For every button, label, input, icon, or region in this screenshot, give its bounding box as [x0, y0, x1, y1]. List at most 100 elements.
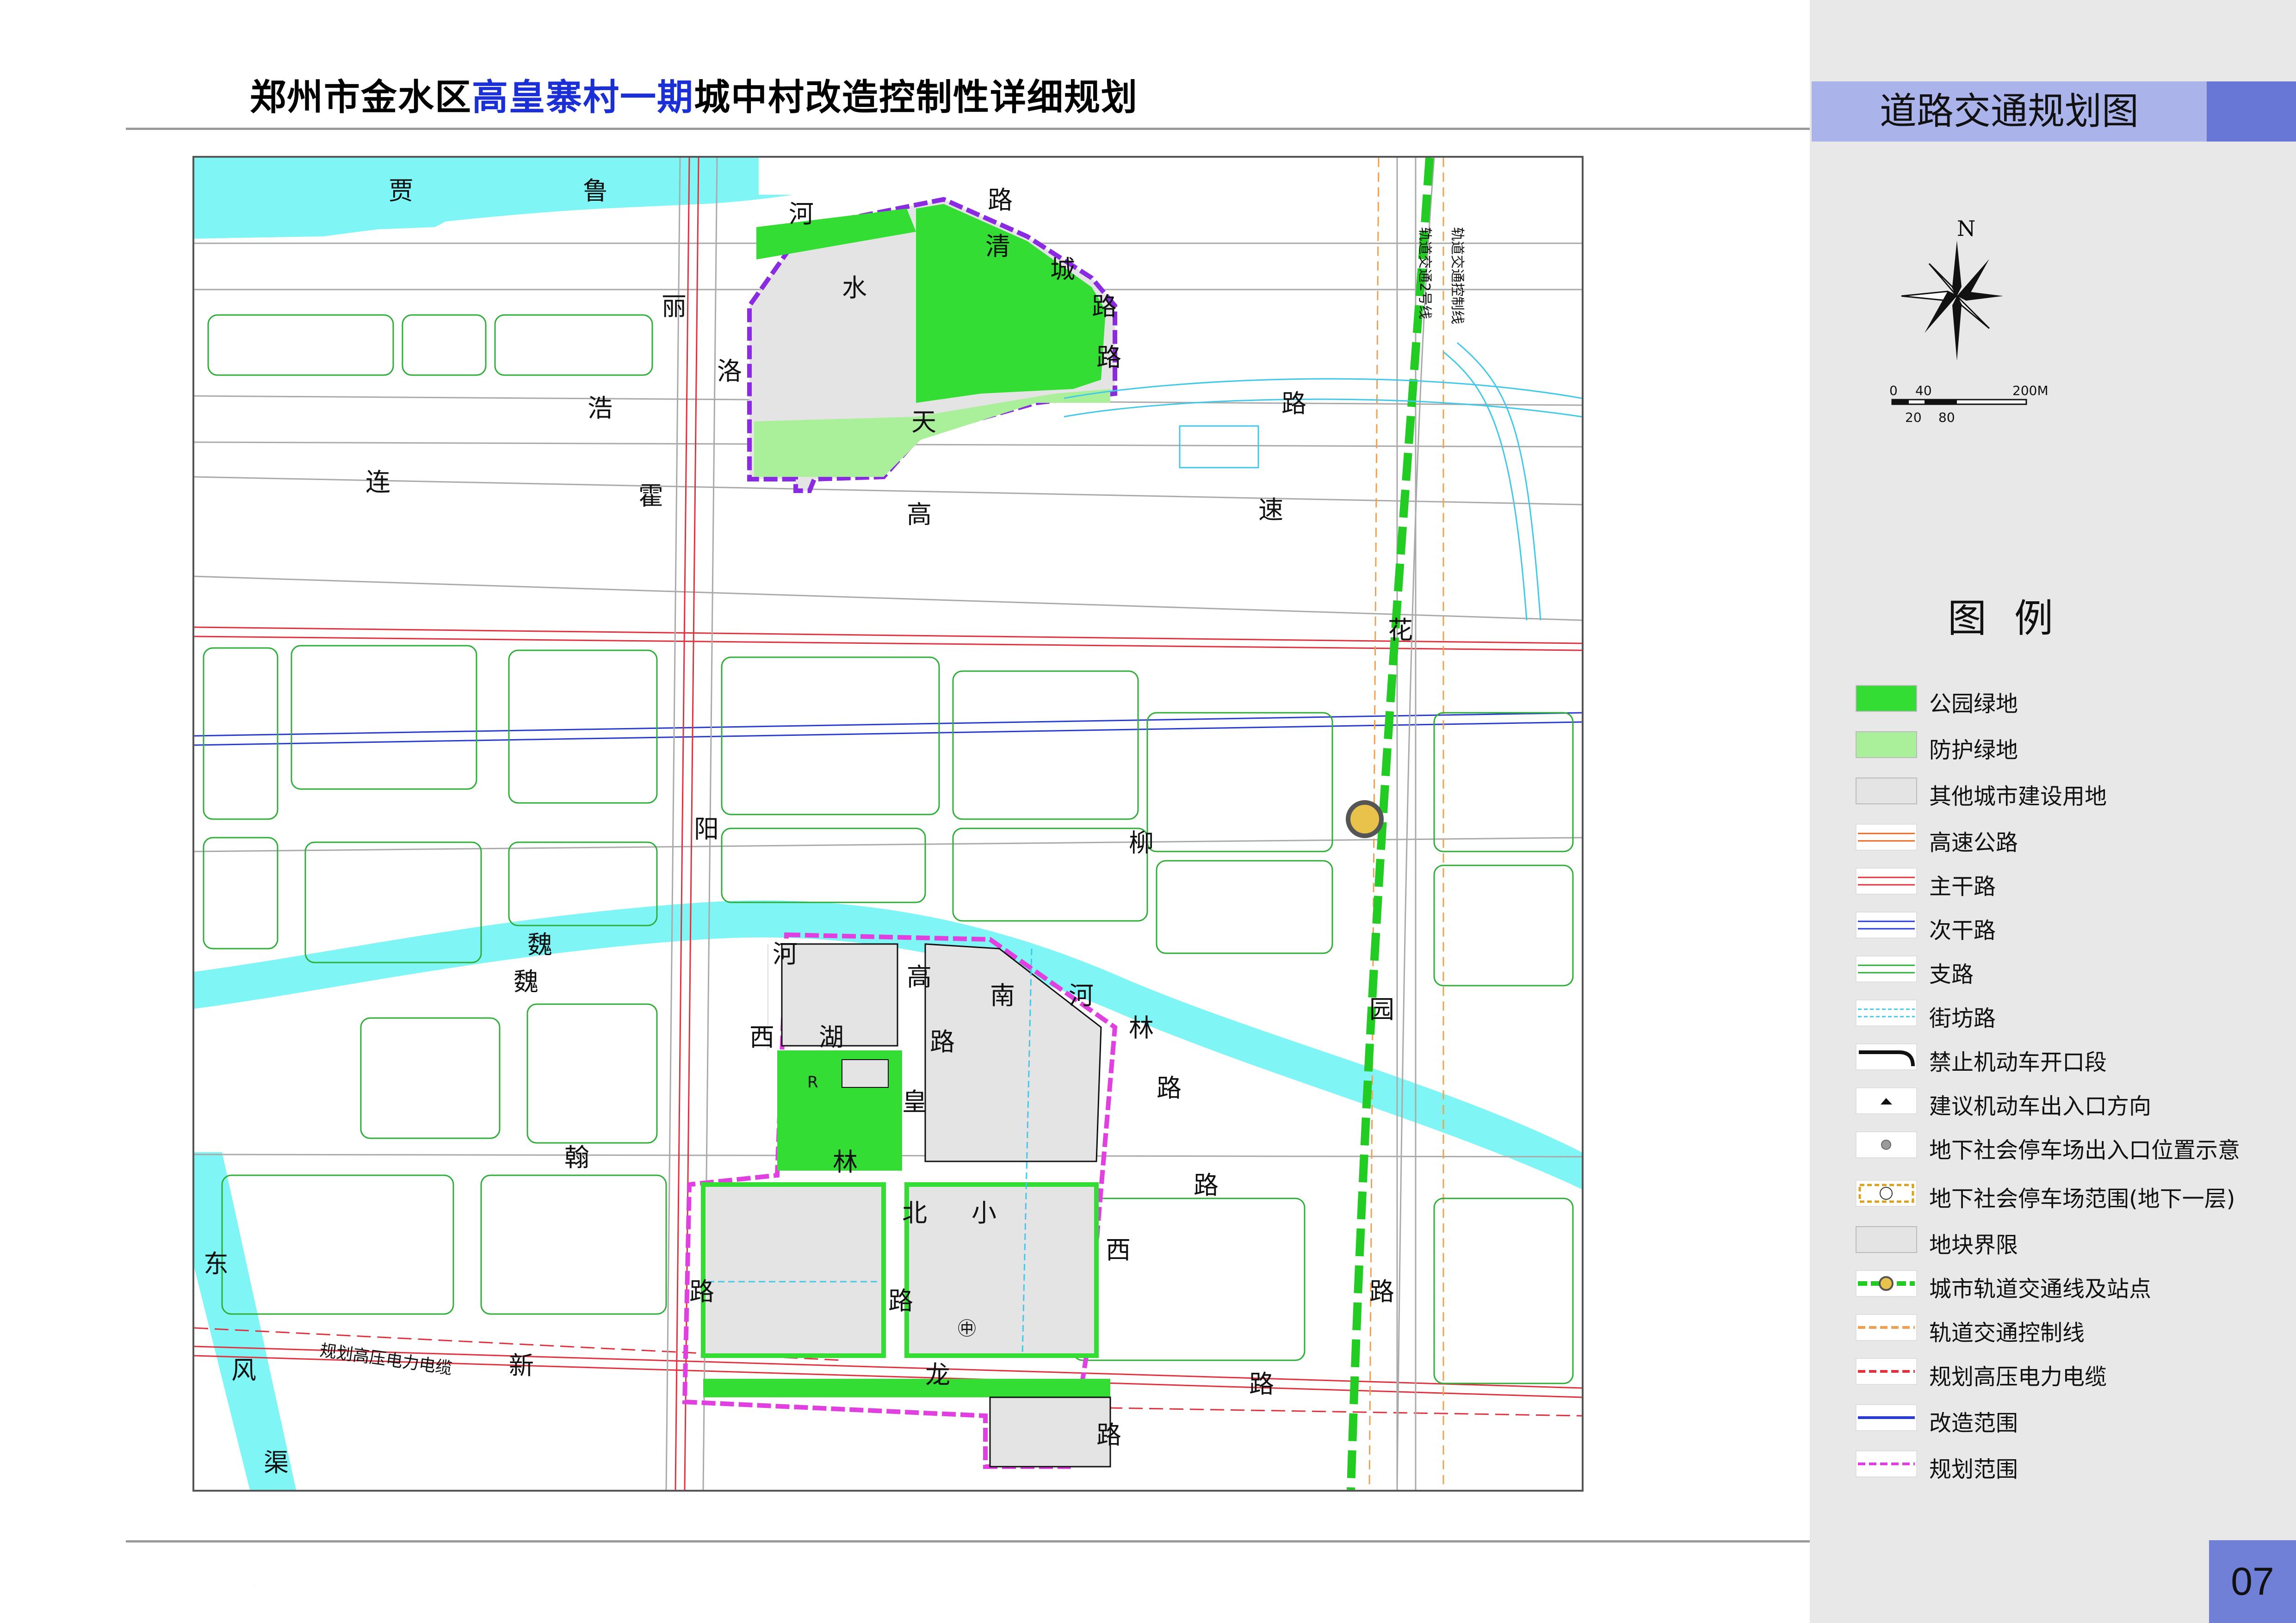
- bottom-rule: [126, 1540, 1810, 1543]
- legend-symbol-icon: [1855, 955, 1918, 983]
- road-label-lu-road1: 路: [988, 185, 1013, 215]
- north-label: N: [1957, 216, 1975, 241]
- road-label-gao: 高: [907, 500, 932, 529]
- road-label-he3: 河: [1069, 981, 1094, 1010]
- road-label-lian: 连: [365, 468, 390, 497]
- legend-symbol-icon: [1855, 999, 1918, 1027]
- legend-label: 主干路: [1929, 874, 1996, 900]
- road-label-lu1: 鲁: [583, 176, 608, 205]
- legend-label: 公园绿地: [1929, 691, 2018, 717]
- road-label-lu-road6: 路: [1157, 1074, 1182, 1103]
- rail-line-label: 轨道交通2号线: [1417, 227, 1433, 319]
- road-label-bei: 北: [902, 1198, 927, 1228]
- road-label-lu-road9: 路: [888, 1286, 913, 1315]
- legend-label: 地下社会停车场范围(地下一层): [1929, 1186, 2235, 1212]
- road-label-xin: 新: [509, 1351, 534, 1380]
- legend-label: 规划范围: [1929, 1456, 2018, 1482]
- footer-dot: ·: [254, 1582, 256, 1587]
- legend-title: 图例: [1948, 596, 2081, 641]
- legend-symbol-icon: [1855, 867, 1918, 895]
- north-arrow-icon: N: [1897, 213, 2008, 367]
- legend-label: 城市轨道交通线及站点: [1929, 1276, 2152, 1302]
- road-label-huo: 霍: [638, 481, 663, 511]
- page-number: 07: [2209, 1540, 2296, 1623]
- road-label-yuan: 园: [1369, 995, 1394, 1024]
- road-label-lu-road11: 路: [1249, 1370, 1274, 1399]
- road-label-lu-road3: 路: [1096, 343, 1121, 372]
- parking-mark: R: [807, 1073, 818, 1092]
- legend-label: 街坊路: [1929, 1006, 1996, 1031]
- legend-label: 规划高压电力电缆: [1929, 1364, 2107, 1390]
- road-label-shui: 水: [842, 273, 867, 302]
- legend-label: 改造范围: [1929, 1410, 2018, 1436]
- scale-200: 200M: [2012, 383, 2048, 398]
- road-label-nan: 南: [990, 981, 1015, 1010]
- rail-control-label: 轨道交通控制线: [1449, 227, 1465, 324]
- road-label-cheng: 城: [1050, 255, 1075, 284]
- road-label-lu-road8: 路: [689, 1277, 714, 1306]
- scale-bar: 0 40 200M 20 80: [1888, 379, 2054, 432]
- road-label-su: 速: [1258, 495, 1283, 525]
- road-label-he2: 河: [773, 939, 798, 969]
- title-highlight: 高皇寨村一期: [472, 77, 694, 118]
- road-label-li: 丽: [662, 292, 687, 321]
- legend-symbol-icon: [1855, 685, 1918, 712]
- road-label-long: 龙: [925, 1360, 950, 1389]
- road-label-wei1: 魏: [527, 930, 552, 959]
- road-label-han: 翰: [564, 1143, 589, 1172]
- legend-label: 高速公路: [1929, 830, 2018, 856]
- legend-symbol-icon: [1855, 823, 1918, 851]
- road-label-hu: 湖: [819, 1023, 844, 1052]
- road-label-hua: 花: [1388, 616, 1413, 645]
- road-label-gao2: 高: [907, 963, 932, 992]
- legend-symbol-icon: [1855, 1314, 1918, 1341]
- cable-label: 规划高压电力电缆: [319, 1341, 453, 1378]
- road-label-xiao: 小: [972, 1198, 996, 1228]
- road-traffic-map: 贾鲁河路清水城路丽洛路浩天路连霍高速花阳柳魏魏河高南河林园西湖路皇路翰林路北西小…: [192, 156, 1584, 1492]
- legend-symbol-icon: [1855, 1087, 1918, 1115]
- legend-symbol-icon: [1855, 1358, 1918, 1385]
- scale-40: 40: [1915, 383, 1932, 398]
- road-label-he1: 河: [789, 199, 814, 228]
- road-label-lu-road12: 路: [1096, 1420, 1121, 1450]
- road-label-huang: 皇: [902, 1087, 927, 1117]
- road-label-qu: 渠: [264, 1448, 289, 1477]
- legend-symbol-icon: [1855, 1270, 1918, 1297]
- scale-80: 80: [1938, 410, 1955, 425]
- scale-20: 20: [1905, 410, 1922, 425]
- legend-label: 次干路: [1929, 918, 1996, 944]
- road-label-qing: 清: [985, 232, 1010, 261]
- road-label-lin2: 林: [833, 1148, 858, 1177]
- legend-symbol-icon: [1855, 731, 1918, 759]
- road-label-lu-road4: 路: [1281, 389, 1306, 418]
- legend-label: 建议机动车出入口方向: [1929, 1093, 2152, 1119]
- road-label-lu-road10: 路: [1369, 1277, 1394, 1306]
- legend-label: 地下社会停车场出入口位置示意: [1929, 1137, 2240, 1163]
- road-label-hao: 浩: [588, 394, 613, 423]
- legend-symbol-icon: [1855, 1043, 1918, 1071]
- legend-symbol-icon: [1855, 1404, 1918, 1432]
- sheet-title-accent: [2207, 81, 2296, 142]
- road-label-yang: 阳: [694, 815, 719, 844]
- road-label-jia: 贾: [389, 176, 414, 205]
- legend-symbol-icon: [1855, 1179, 1918, 1207]
- title-part2: 城中村改造控制性详细规划: [694, 77, 1139, 118]
- legend-symbol-icon: [1855, 1131, 1918, 1159]
- legend-label: 禁止机动车开口段: [1929, 1049, 2107, 1075]
- plan-title: 郑州市金水区高皇寨村一期城中村改造控制性详细规划: [250, 68, 1138, 120]
- road-label-xi: 西: [749, 1023, 774, 1052]
- top-rule: [126, 128, 1810, 130]
- road-label-xi2: 西: [1106, 1235, 1131, 1265]
- legend-symbol-icon: [1855, 1450, 1918, 1478]
- sheet-title: 道路交通规划图: [1812, 81, 2207, 142]
- road-label-lu-road7: 路: [1194, 1171, 1219, 1200]
- legend-label: 其他城市建设用地: [1929, 784, 2107, 809]
- legend-label: 轨道交通控制线: [1929, 1320, 2085, 1346]
- scale-0: 0: [1889, 383, 1898, 398]
- legend-label: 地块界限: [1929, 1232, 2018, 1258]
- title-part1: 郑州市金水区: [250, 77, 472, 118]
- legend-symbol-icon: [1855, 911, 1918, 939]
- legend-label: 防护绿地: [1929, 737, 2018, 763]
- road-label-wei2: 魏: [514, 967, 538, 996]
- road-label-lin: 林: [1129, 1013, 1154, 1043]
